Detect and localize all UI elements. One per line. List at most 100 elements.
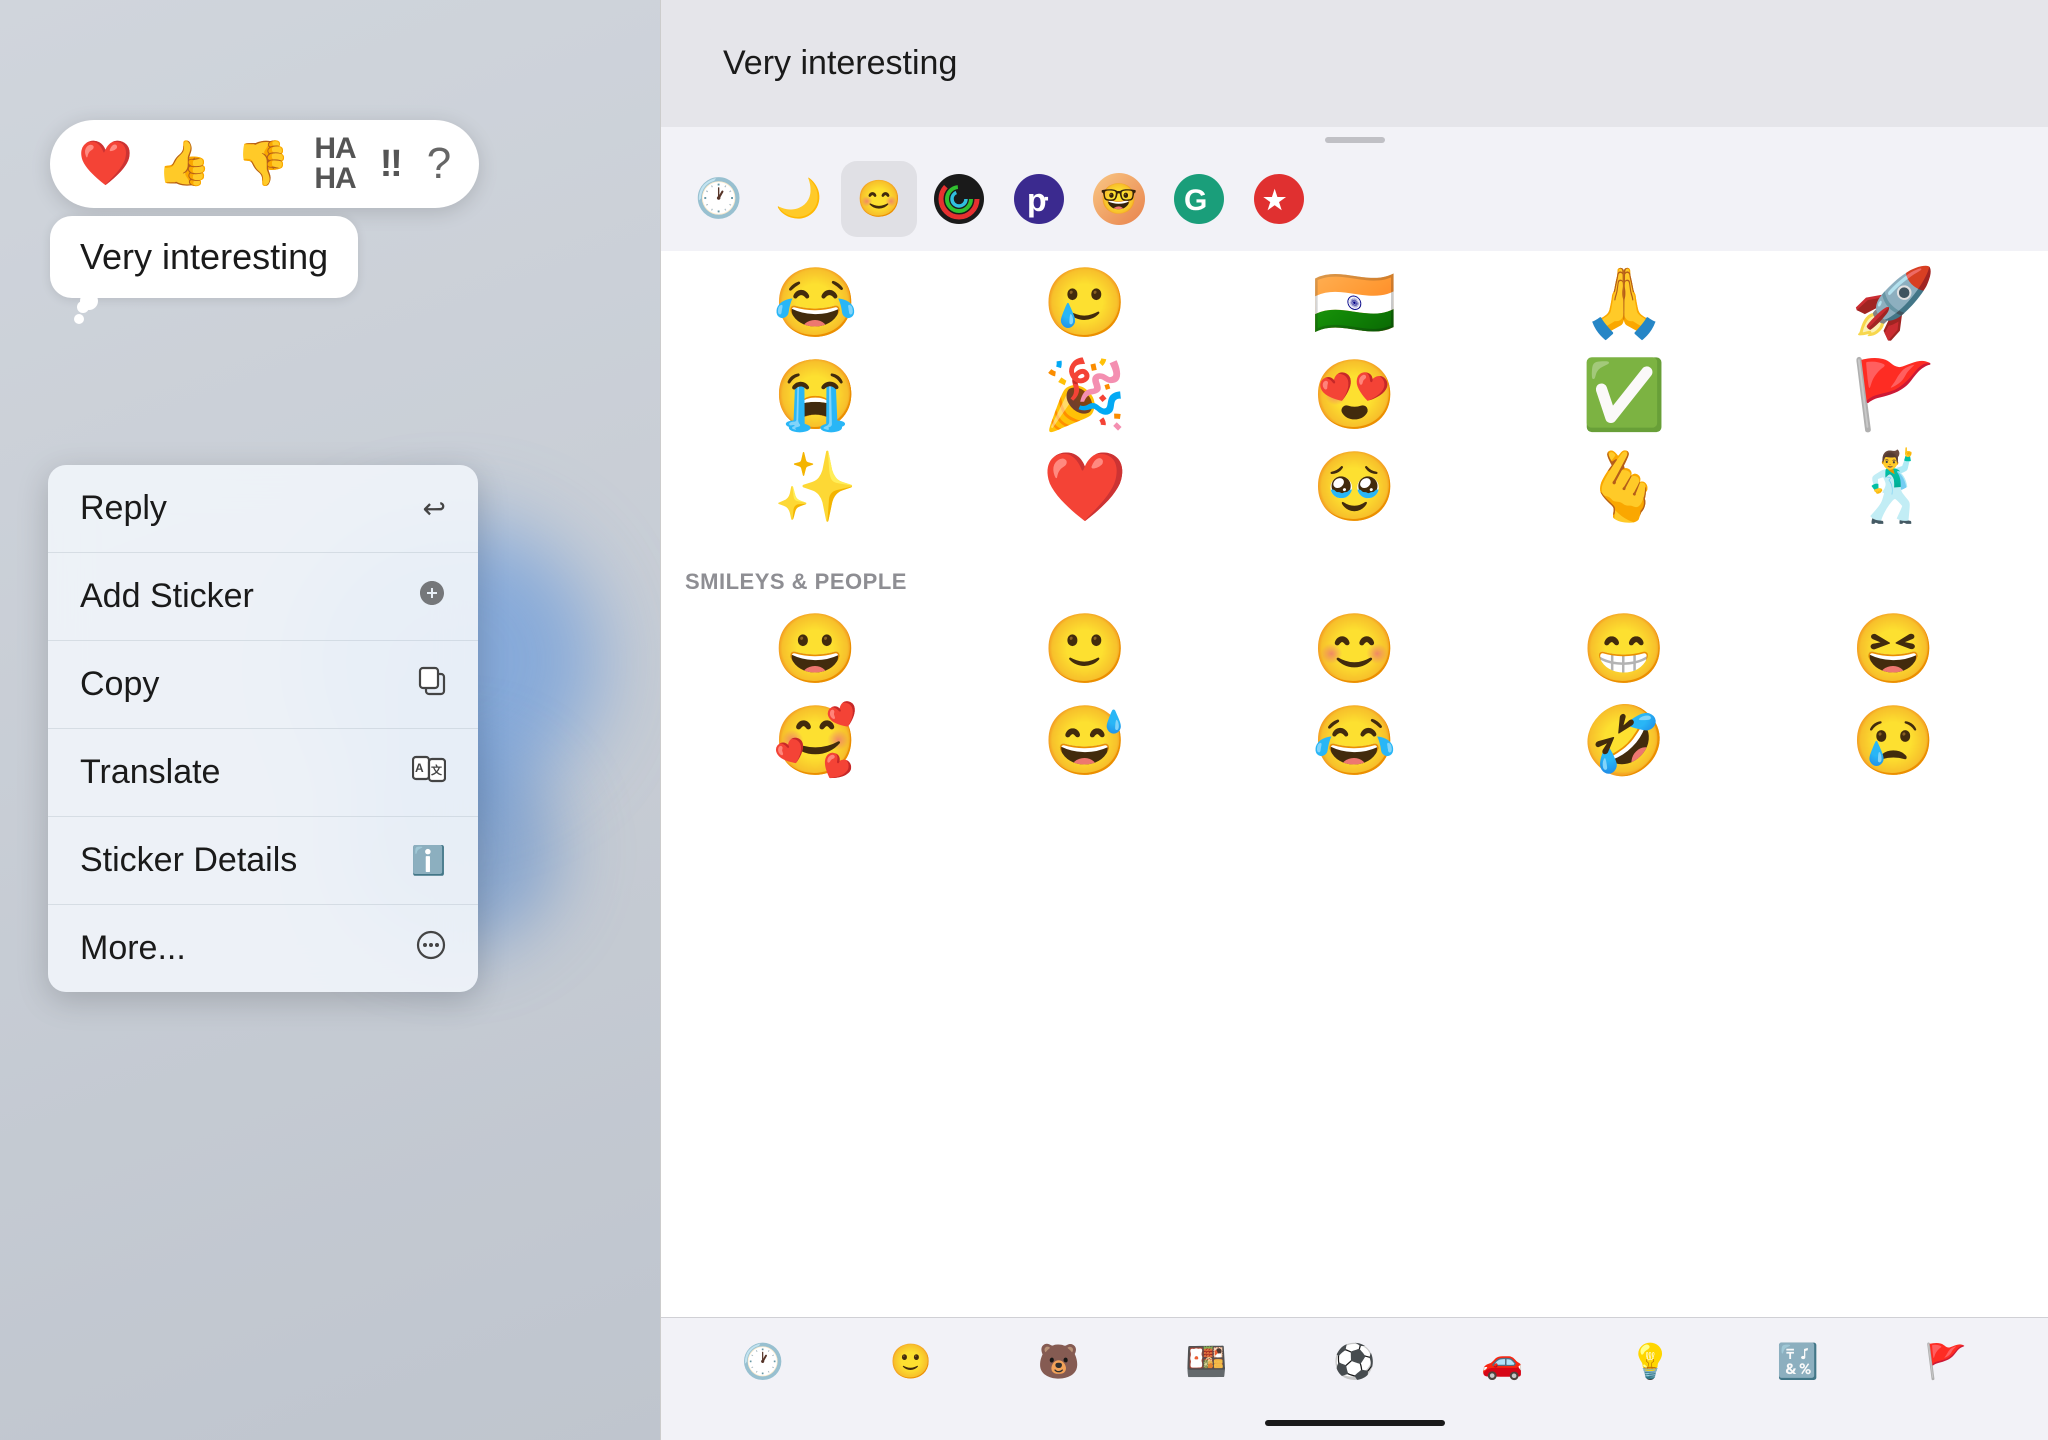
header-bubble: Very interesting [697, 28, 983, 99]
emoji-content[interactable]: 😂 🥲 🇮🇳 🙏 🚀 😭 🎉 😍 ✅ 🚩 ✨ ❤️ 🥹 🫰 🕺 SMILEYS … [661, 251, 2048, 1317]
bottom-flags-icon[interactable]: 🚩 [1915, 1336, 1977, 1388]
message-bubble: Very interesting [50, 216, 358, 298]
emoji-cell-pinching[interactable]: 🫰 [1493, 445, 1754, 529]
tab-p-sticker[interactable]: p · [1001, 161, 1077, 237]
svg-text:·: · [1043, 186, 1051, 213]
moon-icon: 🌙 [775, 177, 822, 221]
context-menu: Reply ↩ Add Sticker Copy [48, 465, 478, 992]
emoji-joy[interactable]: 😂 [1224, 699, 1485, 783]
memoji-avatar: 🤓 [1093, 173, 1145, 225]
emoji-cell-laughing[interactable]: 😂 [685, 261, 946, 345]
emoji-cry[interactable]: 😢 [1763, 699, 2024, 783]
translate-label: Translate [80, 753, 220, 792]
menu-item-add-sticker[interactable]: Add Sticker [48, 553, 478, 641]
p-sticker-icon: p · [1013, 173, 1065, 225]
emoji-cell-rocket[interactable]: 🚀 [1763, 261, 2024, 345]
bottom-smiley-icon[interactable]: 🙂 [880, 1336, 942, 1388]
tab-g-sticker[interactable]: G [1161, 161, 1237, 237]
bottom-symbols-icon[interactable]: 🔣 [1767, 1336, 1829, 1388]
emoji-cell-check[interactable]: ✅ [1493, 353, 1754, 437]
home-indicator [661, 1410, 2048, 1440]
menu-item-translate[interactable]: Translate A 文 [48, 729, 478, 817]
bubble-tail [74, 314, 84, 324]
message-text: Very interesting [80, 236, 328, 277]
emoji-cell-sparkles[interactable]: ✨ [685, 445, 946, 529]
emoji-sweat-smile[interactable]: 😅 [954, 699, 1215, 783]
info-icon: ℹ️ [411, 844, 446, 877]
menu-item-more[interactable]: More... [48, 905, 478, 992]
svg-text:G: G [1184, 184, 1207, 217]
copy-icon [418, 666, 446, 703]
bottom-ball-icon[interactable]: ⚽ [1323, 1336, 1385, 1388]
emoji-star-eyes[interactable]: 🥰 [685, 699, 946, 783]
emoji-grinning-big[interactable]: 😁 [1493, 607, 1754, 691]
bottom-bear-icon[interactable]: 🐻 [1028, 1336, 1090, 1388]
translate-icon: A 文 [412, 755, 446, 790]
emoji-laughing-squint[interactable]: 😆 [1763, 607, 2024, 691]
svg-text:A: A [415, 761, 424, 775]
tab-activity1[interactable] [921, 161, 997, 237]
drag-handle-bar [1325, 137, 1385, 143]
emoji-cell-heart-eyes[interactable]: 😍 [1224, 353, 1485, 437]
emoji-grinning[interactable]: 😀 [685, 607, 946, 691]
emoji-cell-pray[interactable]: 🙏 [1493, 261, 1754, 345]
message-header: Very interesting [661, 0, 2048, 127]
emoji-cell-party[interactable]: 🎉 [954, 353, 1215, 437]
tab-more[interactable]: ★ [1241, 161, 1317, 237]
emoji-cell-holding-back-tears[interactable]: 🥲 [954, 261, 1215, 345]
svg-text:文: 文 [431, 763, 443, 777]
emoji-cell-crying[interactable]: 😭 [685, 353, 946, 437]
reply-icon: ↩ [423, 492, 446, 525]
bottom-food-icon[interactable]: 🍱 [1175, 1336, 1237, 1388]
tapback-haha[interactable]: HAHA [314, 134, 355, 194]
header-message-text: Very interesting [723, 44, 957, 82]
emoji-rofl[interactable]: 🤣 [1493, 699, 1754, 783]
menu-item-sticker-details[interactable]: Sticker Details ℹ️ [48, 817, 478, 905]
tapback-thumbsdown[interactable]: 👎 [236, 142, 291, 186]
clock-icon: 🕐 [695, 177, 742, 221]
more-label: More... [80, 929, 186, 968]
more-icon [416, 930, 446, 967]
smileys-emoji-grid: 😀 🙂 😊 😁 😆 🥰 😅 😂 🤣 😢 [685, 607, 2024, 783]
tab-memoji[interactable]: 🤓 [1081, 161, 1157, 237]
recent-emoji-grid: 😂 🥲 🇮🇳 🙏 🚀 😭 🎉 😍 ✅ 🚩 ✨ ❤️ 🥹 🫰 🕺 [685, 261, 2024, 529]
emoji-bottom-bar: 🕐 🙂 🐻 🍱 ⚽ 🚗 💡 🔣 🚩 [661, 1317, 2048, 1410]
smileys-section-label: SMILEYS & PEOPLE [685, 553, 2024, 607]
tapback-thumbsup[interactable]: 👍 [157, 142, 212, 186]
right-panel: Very interesting 🕐 🌙 😊 [660, 0, 2048, 1440]
menu-item-reply[interactable]: Reply ↩ [48, 465, 478, 553]
add-sticker-label: Add Sticker [80, 577, 254, 616]
svg-text:★: ★ [1263, 185, 1287, 215]
left-panel: ❤️ 👍 👎 HAHA ‼ ? Very interesting Reply ↩… [0, 0, 660, 1440]
tapback-bar[interactable]: ❤️ 👍 👎 HAHA ‼ ? [50, 120, 479, 208]
emoji-cell-flag[interactable]: 🚩 [1763, 353, 2024, 437]
emoji-category-tabs: 🕐 🌙 😊 p · 🤓 [661, 147, 2048, 251]
emoji-smiling-eyes[interactable]: 😊 [1224, 607, 1485, 691]
reply-label: Reply [80, 489, 167, 528]
bottom-clock-icon[interactable]: 🕐 [732, 1336, 794, 1388]
emoji-cell-india-flag[interactable]: 🇮🇳 [1224, 261, 1485, 345]
tab-recent[interactable]: 🕐 [681, 161, 757, 237]
smiley-icon: 😊 [857, 178, 902, 220]
g-sticker-icon: G [1173, 173, 1225, 225]
add-sticker-icon [418, 579, 446, 614]
emoji-slightly-smiling[interactable]: 🙂 [954, 607, 1215, 691]
tapback-question[interactable]: ? [427, 142, 451, 186]
tab-smiley[interactable]: 😊 [841, 161, 917, 237]
bottom-travel-icon[interactable]: 🚗 [1471, 1336, 1533, 1388]
drag-handle [661, 127, 2048, 147]
more-stickers-icon: ★ [1253, 173, 1305, 225]
sticker-details-label: Sticker Details [80, 841, 297, 880]
tapback-heart[interactable]: ❤️ [78, 142, 133, 186]
activity-ring-icon [933, 173, 985, 225]
menu-item-copy[interactable]: Copy [48, 641, 478, 729]
message-area: ❤️ 👍 👎 HAHA ‼ ? Very interesting Reply ↩… [30, 120, 630, 298]
tab-moon[interactable]: 🌙 [761, 161, 837, 237]
copy-label: Copy [80, 665, 159, 704]
home-bar [1265, 1420, 1445, 1426]
emoji-cell-heart[interactable]: ❤️ [954, 445, 1215, 529]
bottom-objects-icon[interactable]: 💡 [1619, 1336, 1681, 1388]
emoji-cell-starstruck[interactable]: 🥹 [1224, 445, 1485, 529]
tapback-exclaim[interactable]: ‼ [380, 145, 403, 183]
emoji-cell-dancer[interactable]: 🕺 [1763, 445, 2024, 529]
